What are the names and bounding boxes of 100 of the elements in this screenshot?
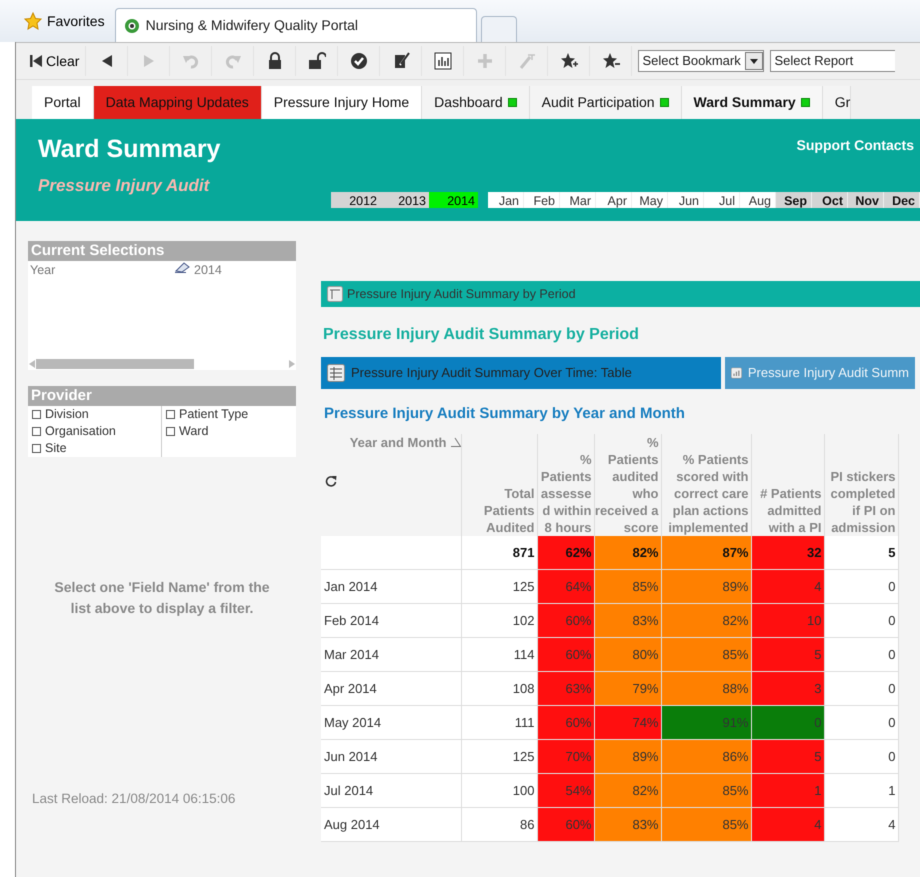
table-cell: Aug 2014 [321, 808, 461, 842]
eraser-icon[interactable] [174, 261, 190, 273]
wand-icon [518, 52, 536, 70]
table-cell: 89% [594, 740, 661, 774]
month-button[interactable]: Nov [848, 192, 884, 208]
sheet-tab[interactable]: Pressure Injury Home [262, 86, 422, 119]
year-button[interactable]: 2013 [380, 192, 429, 208]
table-cell: 125 [461, 740, 537, 774]
table-icon [327, 364, 345, 382]
sheet-tab[interactable]: Portal [32, 86, 94, 119]
favorites-button[interactable]: Favorites [18, 4, 111, 38]
table-cell: 74% [594, 706, 661, 740]
caret-icon [750, 58, 758, 64]
month-button[interactable]: Feb [524, 192, 560, 208]
select-dropdown[interactable]: Select Bookmark [638, 50, 764, 72]
sort-icon[interactable] [450, 437, 460, 447]
select-dropdown[interactable]: Select Report [770, 50, 896, 72]
refresh-icon[interactable] [325, 474, 337, 486]
table-cell: 60% [537, 706, 594, 740]
year-button[interactable]: 2014 [429, 192, 478, 208]
table-cell: Mar 2014 [321, 638, 461, 672]
month-button[interactable]: Jan [488, 192, 524, 208]
table-cell: 32 [751, 536, 824, 570]
table-cell: 0 [824, 740, 898, 774]
table-cell: 86 [461, 808, 537, 842]
chart-icon [434, 52, 452, 70]
app-logo-icon [124, 18, 140, 34]
table-cell: Jul 2014 [321, 774, 461, 808]
table-cell: 0 [824, 604, 898, 638]
table-cell: 83% [594, 808, 661, 842]
table-cell: Jan 2014 [321, 570, 461, 604]
table-cell: 5 [824, 536, 898, 570]
sheet-tab[interactable]: Audit Participation [530, 86, 682, 119]
table-cell: 111 [461, 706, 537, 740]
table-cell: 5 [751, 740, 824, 774]
table-cell: 100 [461, 774, 537, 808]
scrollbar-thumb[interactable] [36, 358, 194, 369]
table-cell: 89% [661, 570, 751, 604]
table-cell: Feb 2014 [321, 604, 461, 638]
checkbox-item[interactable]: Ward [166, 422, 296, 440]
table-cell: 114 [461, 638, 537, 672]
table-cell: 60% [537, 808, 594, 842]
view-tab[interactable]: Pressure Injury Audit Summary Over Time: Table [321, 357, 721, 389]
table-cell: 80% [594, 638, 661, 672]
table-cell: 87% [661, 536, 751, 570]
month-button[interactable]: Mar [560, 192, 596, 208]
table-cell: 85% [661, 808, 751, 842]
filter-hint: Select one 'Field Name' from the list above to display a filter. [53, 578, 271, 618]
month-button[interactable]: Oct [812, 192, 848, 208]
month-button[interactable]: Aug [740, 192, 776, 208]
sheet-tab[interactable]: Data Mapping Updates [94, 86, 262, 119]
table-cell: 0 [824, 672, 898, 706]
table-cell: 70% [537, 740, 594, 774]
sheet-tab[interactable]: Ward Summary [682, 86, 823, 119]
table-cell: May 2014 [321, 706, 461, 740]
table-cell: 4 [751, 570, 824, 604]
section-heading: Pressure Injury Audit Summary by Period [323, 325, 640, 345]
month-button[interactable]: May [632, 192, 668, 208]
table-heading: Pressure Injury Audit Summary by Year and Month [324, 404, 686, 424]
table-cell: 85% [661, 638, 751, 672]
table-cell: 83% [594, 604, 661, 638]
sheet-tab[interactable]: Dashboard [422, 86, 530, 119]
panel-title: Current Selections [28, 241, 296, 261]
container-caption-bar: Pressure Injury Audit Summary by Period [321, 281, 920, 307]
sheet-tab[interactable]: Gr [822, 86, 852, 119]
table-cell: 871 [461, 536, 537, 570]
table-cell: 60% [537, 638, 594, 672]
month-button[interactable]: Jul [704, 192, 740, 208]
table-cell: 79% [594, 672, 661, 706]
clear-button[interactable]: Clear [24, 46, 86, 76]
table-cell: 54% [537, 774, 594, 808]
month-button[interactable]: Apr [596, 192, 632, 208]
checkbox-item[interactable]: Patient Type [166, 406, 296, 423]
table-cell: 102 [461, 604, 537, 638]
table-cell: 60% [537, 604, 594, 638]
table-cell: 0 [824, 638, 898, 672]
checkbox-item[interactable]: Division [32, 406, 161, 423]
last-reload-text: Last Reload: 21/08/2014 06:15:06 [31, 790, 236, 808]
table-icon [327, 286, 343, 302]
skip-back-icon [30, 54, 42, 68]
table-cell: Jun 2014 [321, 740, 461, 774]
table-cell: 82% [594, 536, 661, 570]
table-cell: 88% [661, 672, 751, 706]
page-subtitle: Pressure Injury Audit [38, 174, 211, 196]
table-cell: 5 [751, 638, 824, 672]
table-cell: 82% [661, 604, 751, 638]
table-cell: 4 [824, 808, 898, 842]
table-cell: 3 [751, 672, 824, 706]
month-button[interactable]: Jun [668, 192, 704, 208]
checkbox-item[interactable]: Site [32, 440, 161, 457]
table-cell: 62% [537, 536, 594, 570]
checkbox-item[interactable]: Organisation [32, 422, 161, 440]
unlock-icon [308, 52, 326, 70]
month-button[interactable]: Dec [884, 192, 920, 208]
month-button[interactable]: Sep [776, 192, 812, 208]
year-button[interactable]: 2012 [331, 192, 380, 208]
check-icon [350, 52, 368, 70]
table-cell: 64% [537, 570, 594, 604]
table-cell: 86% [661, 740, 751, 774]
browser-tab[interactable]: Nursing & Midwifery Quality Portal [114, 8, 477, 42]
